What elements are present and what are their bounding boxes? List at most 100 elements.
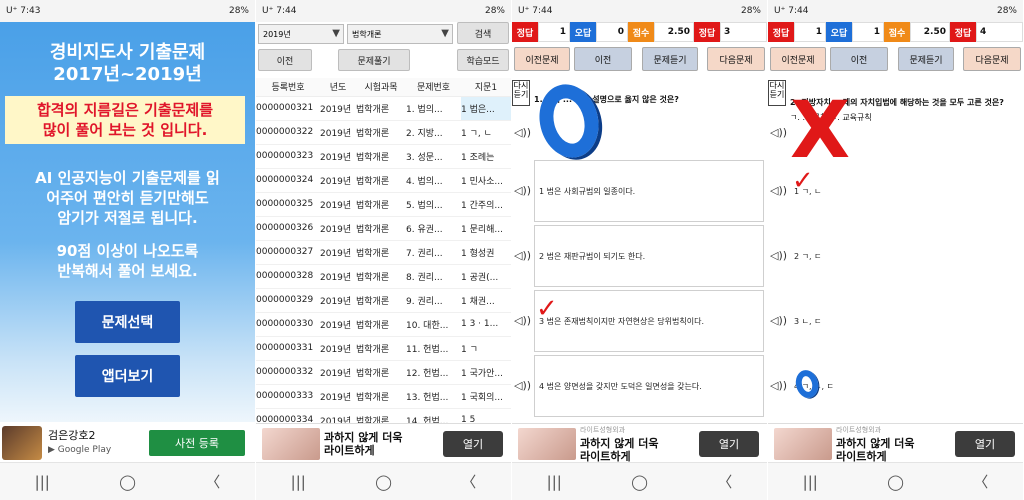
table-cell: 2019년	[320, 312, 356, 337]
correct-count: 1	[794, 22, 826, 42]
subject-select[interactable]: 법학개론 ▼	[347, 24, 453, 44]
prev-button[interactable]: 이전	[258, 49, 312, 71]
table-cell: 9. 권리...	[406, 288, 461, 313]
table-cell: 2019년	[320, 168, 356, 193]
option-3[interactable]: 3 ㄴ, ㄷ	[790, 290, 1020, 352]
year-select[interactable]: 2019년 ▼	[258, 24, 344, 44]
recent-apps-icon[interactable]: |||	[35, 473, 50, 491]
table-cell: 2019년	[320, 192, 356, 217]
score-value: 2.50	[654, 22, 694, 42]
option-3[interactable]: 3 법은 존재법칙이지만 자연현상은 당위법칙이다.	[534, 290, 764, 352]
wrong-count: 1	[852, 22, 884, 42]
ad-banner[interactable]: 검은강호2 ▶ Google Play 사전 등록	[0, 424, 255, 462]
column-header: 문제번호	[406, 78, 461, 97]
question-list-screen: U⁺ 7:44 28% 2019년 ▼ 법학개론 ▼ 검색 이전 문제풀기 학습모드…	[256, 0, 511, 500]
ad-banner[interactable]: 과하지 않게 더욱 라이트하게 열기	[256, 423, 511, 463]
table-row[interactable]: 0000000330 2019년 법학개론 10. 대한... 1 3 · 1...	[256, 312, 511, 337]
next-question-button[interactable]: 다음문제	[963, 47, 1021, 71]
table-cell: 법학개론	[356, 312, 406, 337]
ad-banner[interactable]: 라이트성형외과 과하지 않게 더욱 라이트하게 열기	[768, 423, 1023, 463]
dropdown-arrow-icon: ▼	[332, 28, 340, 39]
recent-apps-icon[interactable]: |||	[803, 473, 818, 491]
more-apps-button[interactable]: 앱더보기	[75, 355, 180, 397]
column-header: 지문1	[461, 78, 511, 97]
speaker-icon[interactable]: ◁))	[514, 126, 531, 139]
speaker-icon[interactable]: ◁))	[514, 184, 531, 197]
table-cell: 법학개론	[356, 96, 406, 121]
wrong-label: 오답	[570, 22, 596, 42]
speaker-icon[interactable]: ◁))	[514, 379, 531, 392]
back-icon[interactable]: 〈	[205, 471, 220, 492]
ad-open-button[interactable]: 열기	[699, 430, 759, 457]
option-4[interactable]: 4 법은 양면성을 갖지만 도덕은 일면성을 갖는다.	[534, 355, 764, 417]
table-cell: 0000000330	[256, 312, 320, 337]
back-icon[interactable]: 〈	[717, 471, 732, 492]
table-cell: 1 국가안...	[461, 360, 511, 385]
table-row[interactable]: 0000000329 2019년 법학개론 9. 권리... 1 채권...	[256, 288, 511, 313]
table-row[interactable]: 0000000326 2019년 법학개론 6. 유권... 1 문리해...	[256, 216, 511, 241]
table-cell: 0000000331	[256, 336, 320, 361]
home-icon[interactable]: ◯	[631, 473, 648, 491]
speaker-icon[interactable]: ◁))	[514, 249, 531, 262]
table-cell: 0000000327	[256, 240, 320, 265]
speaker-icon[interactable]: ◁))	[770, 314, 787, 327]
ad-open-button[interactable]: 열기	[955, 430, 1015, 457]
table-row[interactable]: 0000000322 2019년 법학개론 2. 지방... 1 ㄱ, ㄴ	[256, 120, 511, 145]
recent-apps-icon[interactable]: |||	[291, 473, 306, 491]
score-bar: 정답 1 오답 1 점수 2.50 정답 4	[768, 22, 1023, 42]
back-icon[interactable]: 〈	[461, 471, 476, 492]
table-row[interactable]: 0000000331 2019년 법학개론 11. 헌법... 1 ㄱ	[256, 336, 511, 361]
table-cell: 법학개론	[356, 240, 406, 265]
search-button[interactable]: 검색	[457, 22, 509, 44]
table-row[interactable]: 0000000333 2019년 법학개론 13. 헌법... 1 국회의...	[256, 384, 511, 409]
table-cell: 2019년	[320, 288, 356, 313]
option-4[interactable]: 4 ㄱ, ㄴ, ㄷ	[790, 355, 1020, 417]
score-label: 점수	[628, 22, 654, 42]
replay-button[interactable]: 다시 듣기	[512, 80, 530, 106]
listen-button[interactable]: 문제듣기	[642, 47, 698, 71]
table-row[interactable]: 0000000323 2019년 법학개론 3. 성문... 1 조례는	[256, 144, 511, 169]
table-cell: 법학개론	[356, 336, 406, 361]
app-title: 경비지도사 기출문제 2017년~2019년	[49, 42, 206, 85]
home-icon[interactable]: ◯	[887, 473, 904, 491]
back-icon[interactable]: 〈	[973, 471, 988, 492]
table-cell: 2019년	[320, 384, 356, 409]
table-cell: 5. 법의...	[406, 192, 461, 217]
home-icon[interactable]: ◯	[375, 473, 392, 491]
select-question-button[interactable]: 문제선택	[75, 301, 180, 343]
table-row[interactable]: 0000000327 2019년 법학개론 7. 권리... 1 형성권	[256, 240, 511, 265]
home-icon[interactable]: ◯	[119, 473, 136, 491]
table-row[interactable]: 0000000324 2019년 법학개론 4. 법의... 1 민사소...	[256, 168, 511, 193]
speaker-icon[interactable]: ◁))	[770, 379, 787, 392]
table-row[interactable]: 0000000332 2019년 법학개론 12. 헌법... 1 국가안...	[256, 360, 511, 385]
replay-button[interactable]: 다시 듣기	[768, 80, 786, 106]
recent-apps-icon[interactable]: |||	[547, 473, 562, 491]
listen-button[interactable]: 문제듣기	[898, 47, 954, 71]
speaker-icon[interactable]: ◁))	[514, 314, 531, 327]
prev-question-button[interactable]: 이전문제	[770, 47, 826, 71]
ad-banner[interactable]: 라이트성형외과 과하지 않게 더욱 라이트하게 열기	[512, 423, 767, 463]
prev-question-button[interactable]: 이전문제	[514, 47, 570, 71]
ad-open-button[interactable]: 열기	[443, 430, 503, 457]
speaker-icon[interactable]: ◁))	[770, 126, 787, 139]
speaker-icon[interactable]: ◁))	[770, 184, 787, 197]
goal-description: 90점 이상이 나오도록 반복해서 풀어 보세요.	[56, 242, 199, 280]
prev-button[interactable]: 이전	[574, 47, 632, 71]
wrong-label: 오답	[826, 22, 852, 42]
study-mode-button[interactable]: 학습모드	[457, 49, 509, 71]
pre-register-button[interactable]: 사전 등록	[149, 430, 245, 456]
solve-button[interactable]: 문제풀기	[338, 49, 410, 71]
prev-button[interactable]: 이전	[830, 47, 888, 71]
option-2[interactable]: 2 ㄱ, ㄷ	[790, 225, 1020, 287]
answer-value: 4	[976, 22, 1023, 42]
option-2[interactable]: 2 법은 재판규범이 되기도 한다.	[534, 225, 764, 287]
speaker-icon[interactable]: ◁))	[770, 249, 787, 262]
next-question-button[interactable]: 다음문제	[707, 47, 765, 71]
table-row[interactable]: 0000000328 2019년 법학개론 8. 권리... 1 공권(...	[256, 264, 511, 289]
ad-thumbnail	[262, 427, 320, 460]
table-row[interactable]: 0000000321 2019년 법학개론 1. 법의... 1 법은...	[256, 96, 511, 121]
correct-count: 1	[538, 22, 570, 42]
table-cell: 법학개론	[356, 192, 406, 217]
table-row[interactable]: 0000000325 2019년 법학개론 5. 법의... 1 간주의...	[256, 192, 511, 217]
option-1[interactable]: 1 법은 사회규범의 일종이다.	[534, 160, 764, 222]
